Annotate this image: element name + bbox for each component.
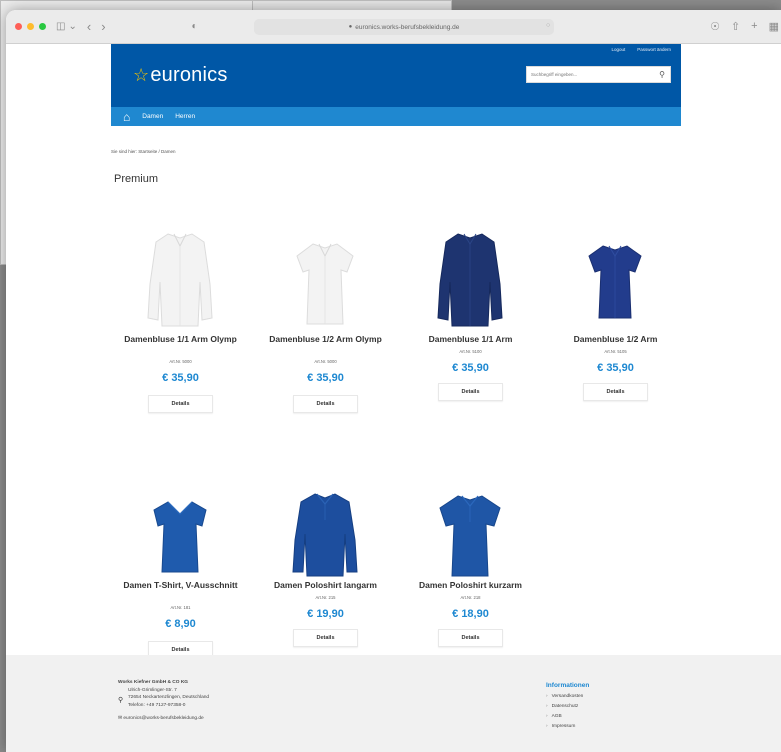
blue-v-neck-tshirt-image[interactable] (130, 468, 230, 578)
product-card[interactable]: Damenbluse 1/1 Arm Olymp Art.Nr. 5000 € … (108, 212, 253, 444)
info-links: Informationen Versandkosten Datenschutz … (546, 682, 589, 732)
search-input[interactable] (527, 72, 660, 77)
sidebar-toggle-icon[interactable]: ◫ (56, 21, 65, 32)
company-email-row: ✉ euronics@works-berufsbekleidung.de (118, 715, 209, 723)
article-number: Art.Nr. 5000 (314, 359, 337, 364)
browser-window: ◫ ⌄ ‹ › ◐ ● euronics.works-berufsbekleid… (6, 10, 781, 752)
white-short-sleeve-blouse-image[interactable] (275, 222, 375, 332)
back-arrow-icon[interactable]: ‹ (87, 20, 91, 33)
navy-long-sleeve-blouse-image[interactable] (420, 222, 520, 332)
blue-long-sleeve-polo-image[interactable] (275, 468, 375, 578)
product-price: € 19,90 (307, 608, 344, 620)
lock-icon: ● (348, 24, 353, 30)
details-button[interactable]: Details (438, 629, 503, 647)
info-title: Informationen (546, 682, 590, 689)
article-number: Art.Nr. 218 (460, 595, 481, 600)
nav-item-damen[interactable]: Damen (142, 113, 163, 120)
envelope-icon: ✉ (118, 716, 123, 721)
shield-icon[interactable]: ◐ (192, 21, 198, 32)
product-name[interactable]: Damenbluse 1/2 Arm (543, 334, 688, 345)
company-info: Works Kiefner GmbH & CO KG ⚲ Ulrich-Grim… (118, 679, 209, 723)
product-card[interactable]: Damenbluse 1/2 Arm Art.Nr. 5105 € 35,90 … (543, 212, 688, 444)
main-nav: ⌂ Damen Herren (111, 107, 681, 126)
info-list: Versandkosten Datenschutz AGB Impressum (546, 692, 589, 732)
search-box: ⚲ (526, 66, 671, 83)
details-button[interactable]: Details (293, 395, 358, 413)
company-name: Works Kiefner GmbH & CO KG (118, 680, 189, 685)
site-header: ☆euronics Logout Passwort ändern ⚲ ⌂ Dam… (111, 44, 681, 126)
product-name[interactable]: Damenbluse 1/1 Arm Olymp (108, 334, 253, 345)
company-email[interactable]: euronics@works-berufsbekleidung.de (123, 716, 203, 721)
shipping-costs-link[interactable]: Versandkosten (546, 692, 589, 702)
share-icon[interactable]: ⇧ (731, 20, 740, 33)
blue-short-sleeve-polo-image[interactable] (420, 468, 520, 578)
details-button[interactable]: Details (438, 383, 503, 401)
product-price: € 35,90 (307, 372, 344, 384)
company-address: ⚲ Ulrich-Grimlinger-Str. 7 72654 Neckart… (118, 687, 209, 710)
company-city: 72654 Neckartenzlingen, Deutschland (128, 695, 210, 700)
product-price: € 18,90 (452, 608, 489, 620)
reader-icon[interactable]: ○ (546, 22, 550, 29)
white-long-sleeve-blouse-image[interactable] (130, 222, 230, 332)
address-bar[interactable]: ● euronics.works-berufsbekleidung.de (254, 19, 554, 35)
article-number: Art.Nr. 5105 (604, 349, 627, 354)
web-page: ☆euronics Logout Passwort ändern ⚲ ⌂ Dam… (6, 44, 781, 752)
minimize-window-button[interactable] (27, 23, 34, 30)
new-tab-icon[interactable]: + (751, 20, 757, 33)
company-street: Ulrich-Grimlinger-Str. 7 (128, 687, 177, 693)
navy-short-sleeve-blouse-image[interactable] (565, 222, 665, 332)
download-icon[interactable]: ☉ (710, 20, 720, 33)
logout-link[interactable]: Logout (611, 47, 625, 52)
site-logo[interactable]: ☆euronics (133, 64, 228, 87)
product-price: € 35,90 (452, 362, 489, 374)
company-phone: Telefon: +49 7127-97358-0 (128, 702, 186, 708)
breadcrumb: Sie sind hier: Startseite / Damen (111, 149, 176, 154)
article-number: Art.Nr. 5100 (459, 349, 482, 354)
product-name[interactable]: Damenbluse 1/1 Arm (398, 334, 543, 345)
page-title: Premium (114, 173, 159, 185)
tab-overview-icon[interactable]: ▦ (769, 20, 779, 33)
change-password-link[interactable]: Passwort ändern (637, 47, 671, 52)
zoom-window-button[interactable] (39, 23, 46, 30)
brand-name: euronics (150, 64, 228, 86)
home-icon[interactable]: ⌂ (123, 110, 130, 124)
star-icon: ☆ (133, 65, 150, 85)
product-card[interactable]: Damenbluse 1/1 Arm Art.Nr. 5100 € 35,90 … (398, 212, 543, 444)
window-controls (15, 23, 46, 30)
article-number: Art.Nr. 5000 (169, 359, 192, 364)
chevron-down-icon[interactable]: ⌄ (68, 21, 76, 32)
product-grid: Damenbluse 1/1 Arm Olymp Art.Nr. 5000 € … (108, 212, 688, 690)
product-name[interactable]: Damen Poloshirt kurzarm (398, 580, 543, 591)
product-name[interactable]: Damen T-Shirt, V-Ausschnitt (108, 580, 253, 591)
product-card[interactable]: Damenbluse 1/2 Arm Olymp Art.Nr. 5000 € … (253, 212, 398, 444)
close-window-button[interactable] (15, 23, 22, 30)
site-footer: Works Kiefner GmbH & CO KG ⚲ Ulrich-Grim… (6, 655, 781, 752)
article-number: Art.Nr. 215 (315, 595, 336, 600)
terms-link[interactable]: AGB (546, 712, 589, 722)
location-pin-icon: ⚲ (118, 696, 124, 704)
toolbar-right-icons: ☉ ⇧ + ▦ (710, 20, 779, 33)
product-name[interactable]: Damen Poloshirt langarm (253, 580, 398, 591)
article-number: Art.Nr. 181 (170, 605, 191, 610)
product-price: € 35,90 (597, 362, 634, 374)
product-price: € 8,90 (165, 618, 196, 630)
address-text: euronics.works-berufsbekleidung.de (355, 23, 460, 31)
nav-item-herren[interactable]: Herren (175, 113, 195, 120)
product-price: € 35,90 (162, 372, 199, 384)
search-icon[interactable]: ⚲ (659, 70, 665, 79)
forward-arrow-icon[interactable]: › (101, 20, 105, 33)
account-links: Logout Passwort ändern (611, 47, 671, 52)
details-button[interactable]: Details (583, 383, 648, 401)
browser-toolbar: ◫ ⌄ ‹ › ◐ ● euronics.works-berufsbekleid… (6, 10, 781, 44)
privacy-link[interactable]: Datenschutz (546, 702, 589, 712)
details-button[interactable]: Details (148, 395, 213, 413)
product-name[interactable]: Damenbluse 1/2 Arm Olymp (253, 334, 398, 345)
details-button[interactable]: Details (293, 629, 358, 647)
imprint-link[interactable]: Impressum (546, 722, 589, 732)
